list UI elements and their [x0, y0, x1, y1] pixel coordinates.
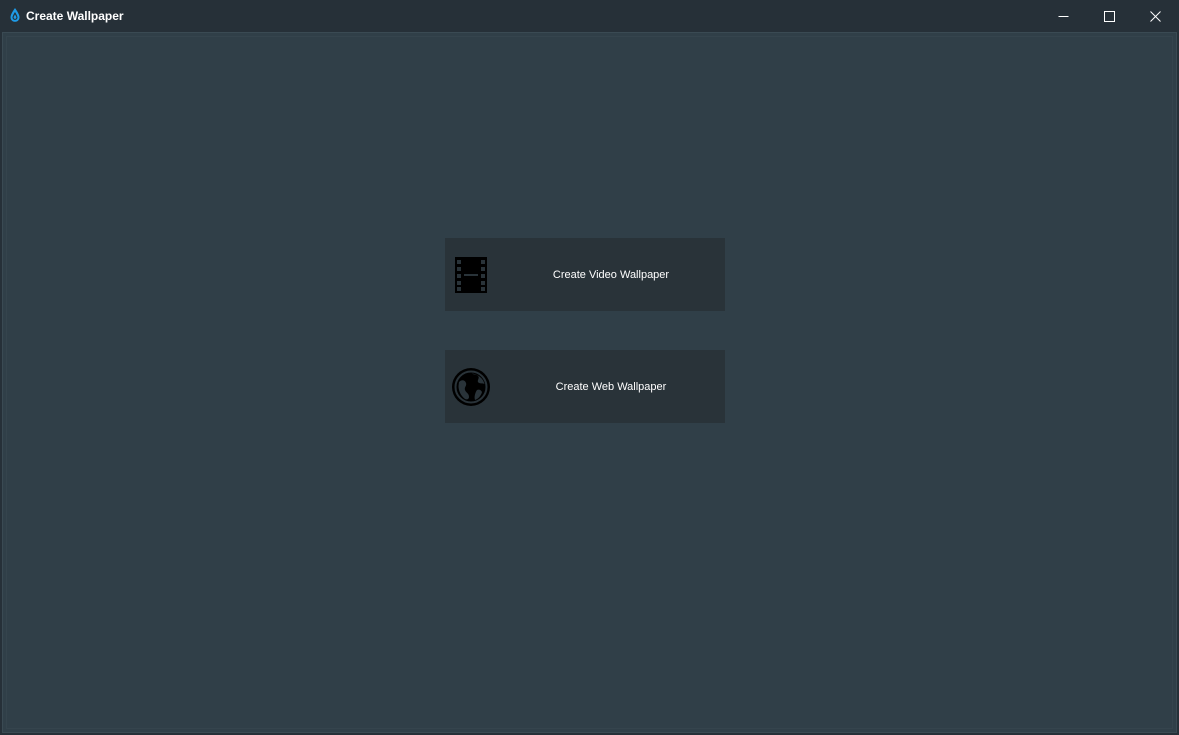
- minimize-icon: [1058, 11, 1069, 22]
- title-bar[interactable]: Create Wallpaper: [0, 0, 1179, 32]
- create-web-wallpaper-button[interactable]: Create Web Wallpaper: [445, 350, 725, 423]
- film-icon: [445, 238, 497, 311]
- close-button[interactable]: [1132, 0, 1178, 32]
- close-icon: [1149, 10, 1161, 22]
- window-title: Create Wallpaper: [26, 9, 124, 23]
- create-video-wallpaper-label: Create Video Wallpaper: [552, 268, 670, 281]
- globe-icon: [445, 350, 497, 423]
- droplet-icon: [9, 7, 21, 23]
- create-video-wallpaper-button[interactable]: Create Video Wallpaper: [445, 238, 725, 311]
- maximize-icon: [1103, 10, 1115, 22]
- minimize-button[interactable]: [1040, 0, 1086, 32]
- create-web-wallpaper-label: Create Web Wallpaper: [555, 380, 667, 393]
- app-window: Create Wallpaper Create Video Wallpaper …: [0, 0, 1179, 735]
- maximize-button[interactable]: [1086, 0, 1132, 32]
